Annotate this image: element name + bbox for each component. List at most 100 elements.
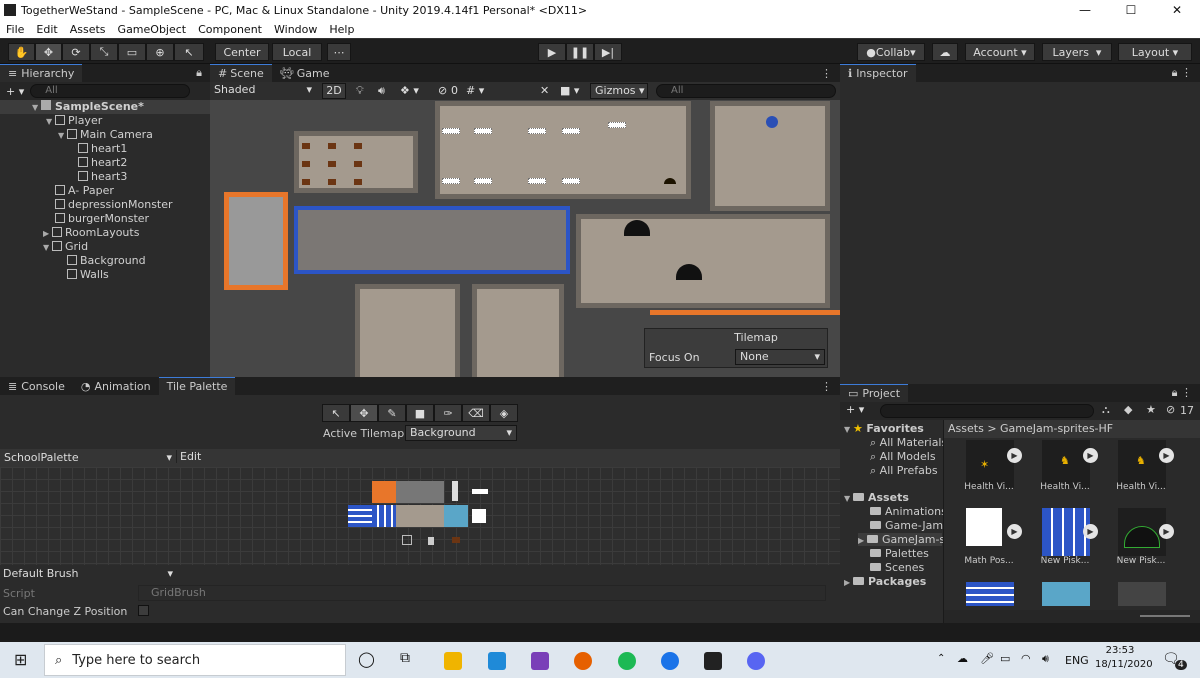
cloud-icon[interactable]: ☁ — [932, 43, 958, 61]
firefox-icon[interactable] — [574, 652, 592, 670]
hierarchy-item-burger-monster[interactable]: burgerMonster — [55, 212, 149, 226]
tab-scene[interactable]: # Scene — [210, 64, 272, 82]
asset-thumb-9[interactable] — [1118, 582, 1166, 606]
palette-grid[interactable] — [0, 467, 840, 565]
move-tool-icon[interactable]: ✥ — [350, 404, 378, 422]
tools-icon[interactable]: ✕ — [540, 84, 549, 97]
camera-icon[interactable]: ■ ▾ — [560, 84, 579, 97]
active-tilemap-dropdown[interactable]: Background ▾ — [405, 425, 517, 441]
scale-tool-icon[interactable]: ⤡ — [90, 43, 118, 61]
tab-tile-palette[interactable]: Tile Palette — [158, 377, 236, 395]
toggle-2d-button[interactable]: 2D — [322, 83, 346, 99]
favorites-star-icon[interactable]: ★ — [1146, 403, 1156, 416]
blue-wall-tile-vertical[interactable] — [372, 505, 396, 527]
hidden-objects-icon[interactable]: ⊘ — [438, 84, 447, 97]
palette-dropdown[interactable]: SchoolPalette ▾ — [4, 451, 174, 464]
floor-tile[interactable] — [396, 481, 444, 503]
hand-tool-icon[interactable]: ✋ — [8, 43, 35, 61]
focus-on-dropdown[interactable]: None ▾ — [735, 349, 825, 365]
lock-icon[interactable]: 🔒︎ ⋮ — [1172, 66, 1192, 80]
asset-thumb-health-1[interactable]: ✶ — [966, 440, 1014, 488]
brush-dropdown[interactable]: Default Brush ▾ — [3, 567, 175, 580]
create-add-button[interactable]: + ▾ — [846, 403, 864, 416]
hierarchy-item-grid[interactable]: ▼ Grid — [43, 240, 88, 254]
hierarchy-item-heart1[interactable]: heart1 — [78, 142, 127, 156]
onedrive-icon[interactable]: ☁ — [957, 652, 968, 665]
pause-button[interactable]: ❚❚ — [566, 43, 594, 61]
hierarchy-item-player[interactable]: ▼ Player — [46, 114, 102, 128]
discord-icon[interactable] — [747, 652, 765, 670]
project-search-input[interactable] — [880, 404, 1094, 418]
task-view-icon[interactable]: ⧉ — [400, 650, 410, 666]
room-floor-tile[interactable] — [396, 505, 444, 527]
picker-icon[interactable]: ✑ — [434, 404, 462, 422]
grid-snap-icon[interactable]: ⋯ — [327, 43, 351, 61]
file-explorer-icon[interactable] — [444, 652, 462, 670]
play-icon[interactable]: ▶ — [1083, 448, 1098, 463]
play-icon[interactable]: ▶ — [1159, 524, 1174, 539]
asset-thumb-health-3[interactable]: ♞ — [1118, 440, 1166, 488]
show-hidden-icons-icon[interactable]: ⌃ — [937, 653, 945, 664]
asset-thumb-7[interactable] — [966, 582, 1014, 606]
taskbar-search-input[interactable]: ⌕ Type here to search — [44, 644, 346, 676]
tab-inspector[interactable]: ℹ︎ Inspector — [840, 64, 916, 82]
spotify-icon[interactable] — [618, 652, 636, 670]
search-by-type-icon[interactable]: ⛬ — [1102, 403, 1110, 417]
hierarchy-item-a-paper[interactable]: A- Paper — [55, 184, 114, 198]
packages-folder[interactable]: ▶ Packages — [844, 575, 926, 588]
eraser-icon[interactable]: ⌫ — [462, 404, 490, 422]
hierarchy-item-walls[interactable]: Walls — [67, 268, 109, 282]
fill-bucket-icon[interactable]: ◈ — [490, 404, 518, 422]
play-icon[interactable]: ▶ — [1007, 524, 1022, 539]
panel-menu-icon[interactable]: ⋮ — [821, 67, 832, 80]
zoom-slider[interactable] — [1140, 615, 1190, 617]
box-fill-icon[interactable]: ■ — [406, 404, 434, 422]
brick-tile[interactable] — [372, 481, 396, 503]
favorites-folder[interactable]: ▼ ★ Favorites — [844, 422, 924, 435]
folder-gamejam-sprites[interactable]: ▶ GameJam-s... — [858, 533, 956, 546]
assets-folder[interactable]: ▼ Assets — [844, 491, 909, 504]
lighting-icon[interactable]: 💡︎ — [356, 84, 364, 98]
desk-tile[interactable] — [452, 537, 460, 543]
rect-tool-icon[interactable]: ▭ — [118, 43, 146, 61]
blue-wall-tile[interactable] — [348, 505, 372, 527]
tab-project[interactable]: ▭ Project — [840, 384, 909, 402]
paint-brush-icon[interactable]: ✎ — [378, 404, 406, 422]
cortana-icon[interactable]: ◯ — [358, 650, 375, 668]
layers-dropdown[interactable]: Layers ▾ — [1042, 43, 1112, 61]
scene-root-row[interactable]: ▼ SampleScene* — [0, 100, 210, 114]
hierarchy-item-heart3[interactable]: heart3 — [78, 170, 127, 184]
hierarchy-item-heart2[interactable]: heart2 — [78, 156, 127, 170]
transform-tool-icon[interactable]: ⊕ — [146, 43, 174, 61]
search-by-label-icon[interactable]: ◆ — [1124, 403, 1132, 416]
menu-window[interactable]: Window — [268, 23, 323, 36]
wifi-icon[interactable]: ◠ — [1021, 652, 1031, 665]
hierarchy-item-depression-monster[interactable]: depressionMonster — [55, 198, 173, 212]
hierarchy-item-main-camera[interactable]: ▼ Main Camera — [58, 128, 153, 142]
tab-hierarchy[interactable]: ≡ Hierarchy — [0, 64, 83, 82]
lock-icon[interactable]: 🔒︎ ⋮ — [1172, 386, 1192, 400]
effects-icon[interactable]: ❖ ▾ — [400, 84, 419, 97]
language-indicator[interactable]: ENG — [1065, 654, 1089, 667]
play-button[interactable]: ▶ — [538, 43, 566, 61]
menu-help[interactable]: Help — [323, 23, 360, 36]
custom-tool-icon[interactable]: ↖ — [174, 43, 204, 61]
tab-game[interactable]: 👾︎ Game — [272, 64, 338, 82]
collab-dropdown[interactable]: ● Collab ▾ — [857, 43, 925, 61]
grid-icon[interactable]: # ▾ — [466, 84, 484, 97]
hierarchy-search-input[interactable]: All — [30, 84, 191, 98]
menu-component[interactable]: Component — [192, 23, 268, 36]
door-tile[interactable] — [452, 481, 458, 501]
move-tool-icon[interactable]: ✥ — [35, 43, 62, 61]
hidden-packages-icon[interactable]: ⊘ — [1166, 403, 1175, 416]
water-tile[interactable] — [444, 505, 468, 527]
play-icon[interactable]: ▶ — [1083, 524, 1098, 539]
asset-thumb-math-poster[interactable] — [966, 508, 1002, 546]
menu-edit[interactable]: Edit — [30, 23, 63, 36]
close-button[interactable]: ✕ — [1154, 3, 1200, 17]
network-icon[interactable]: ▭ — [1000, 652, 1010, 665]
minimize-button[interactable]: — — [1062, 3, 1108, 17]
volume-icon[interactable]: 🔊︎ — [1042, 652, 1049, 666]
panel-menu-icon[interactable]: ⋮ — [821, 380, 832, 393]
table-tile[interactable] — [472, 489, 488, 494]
